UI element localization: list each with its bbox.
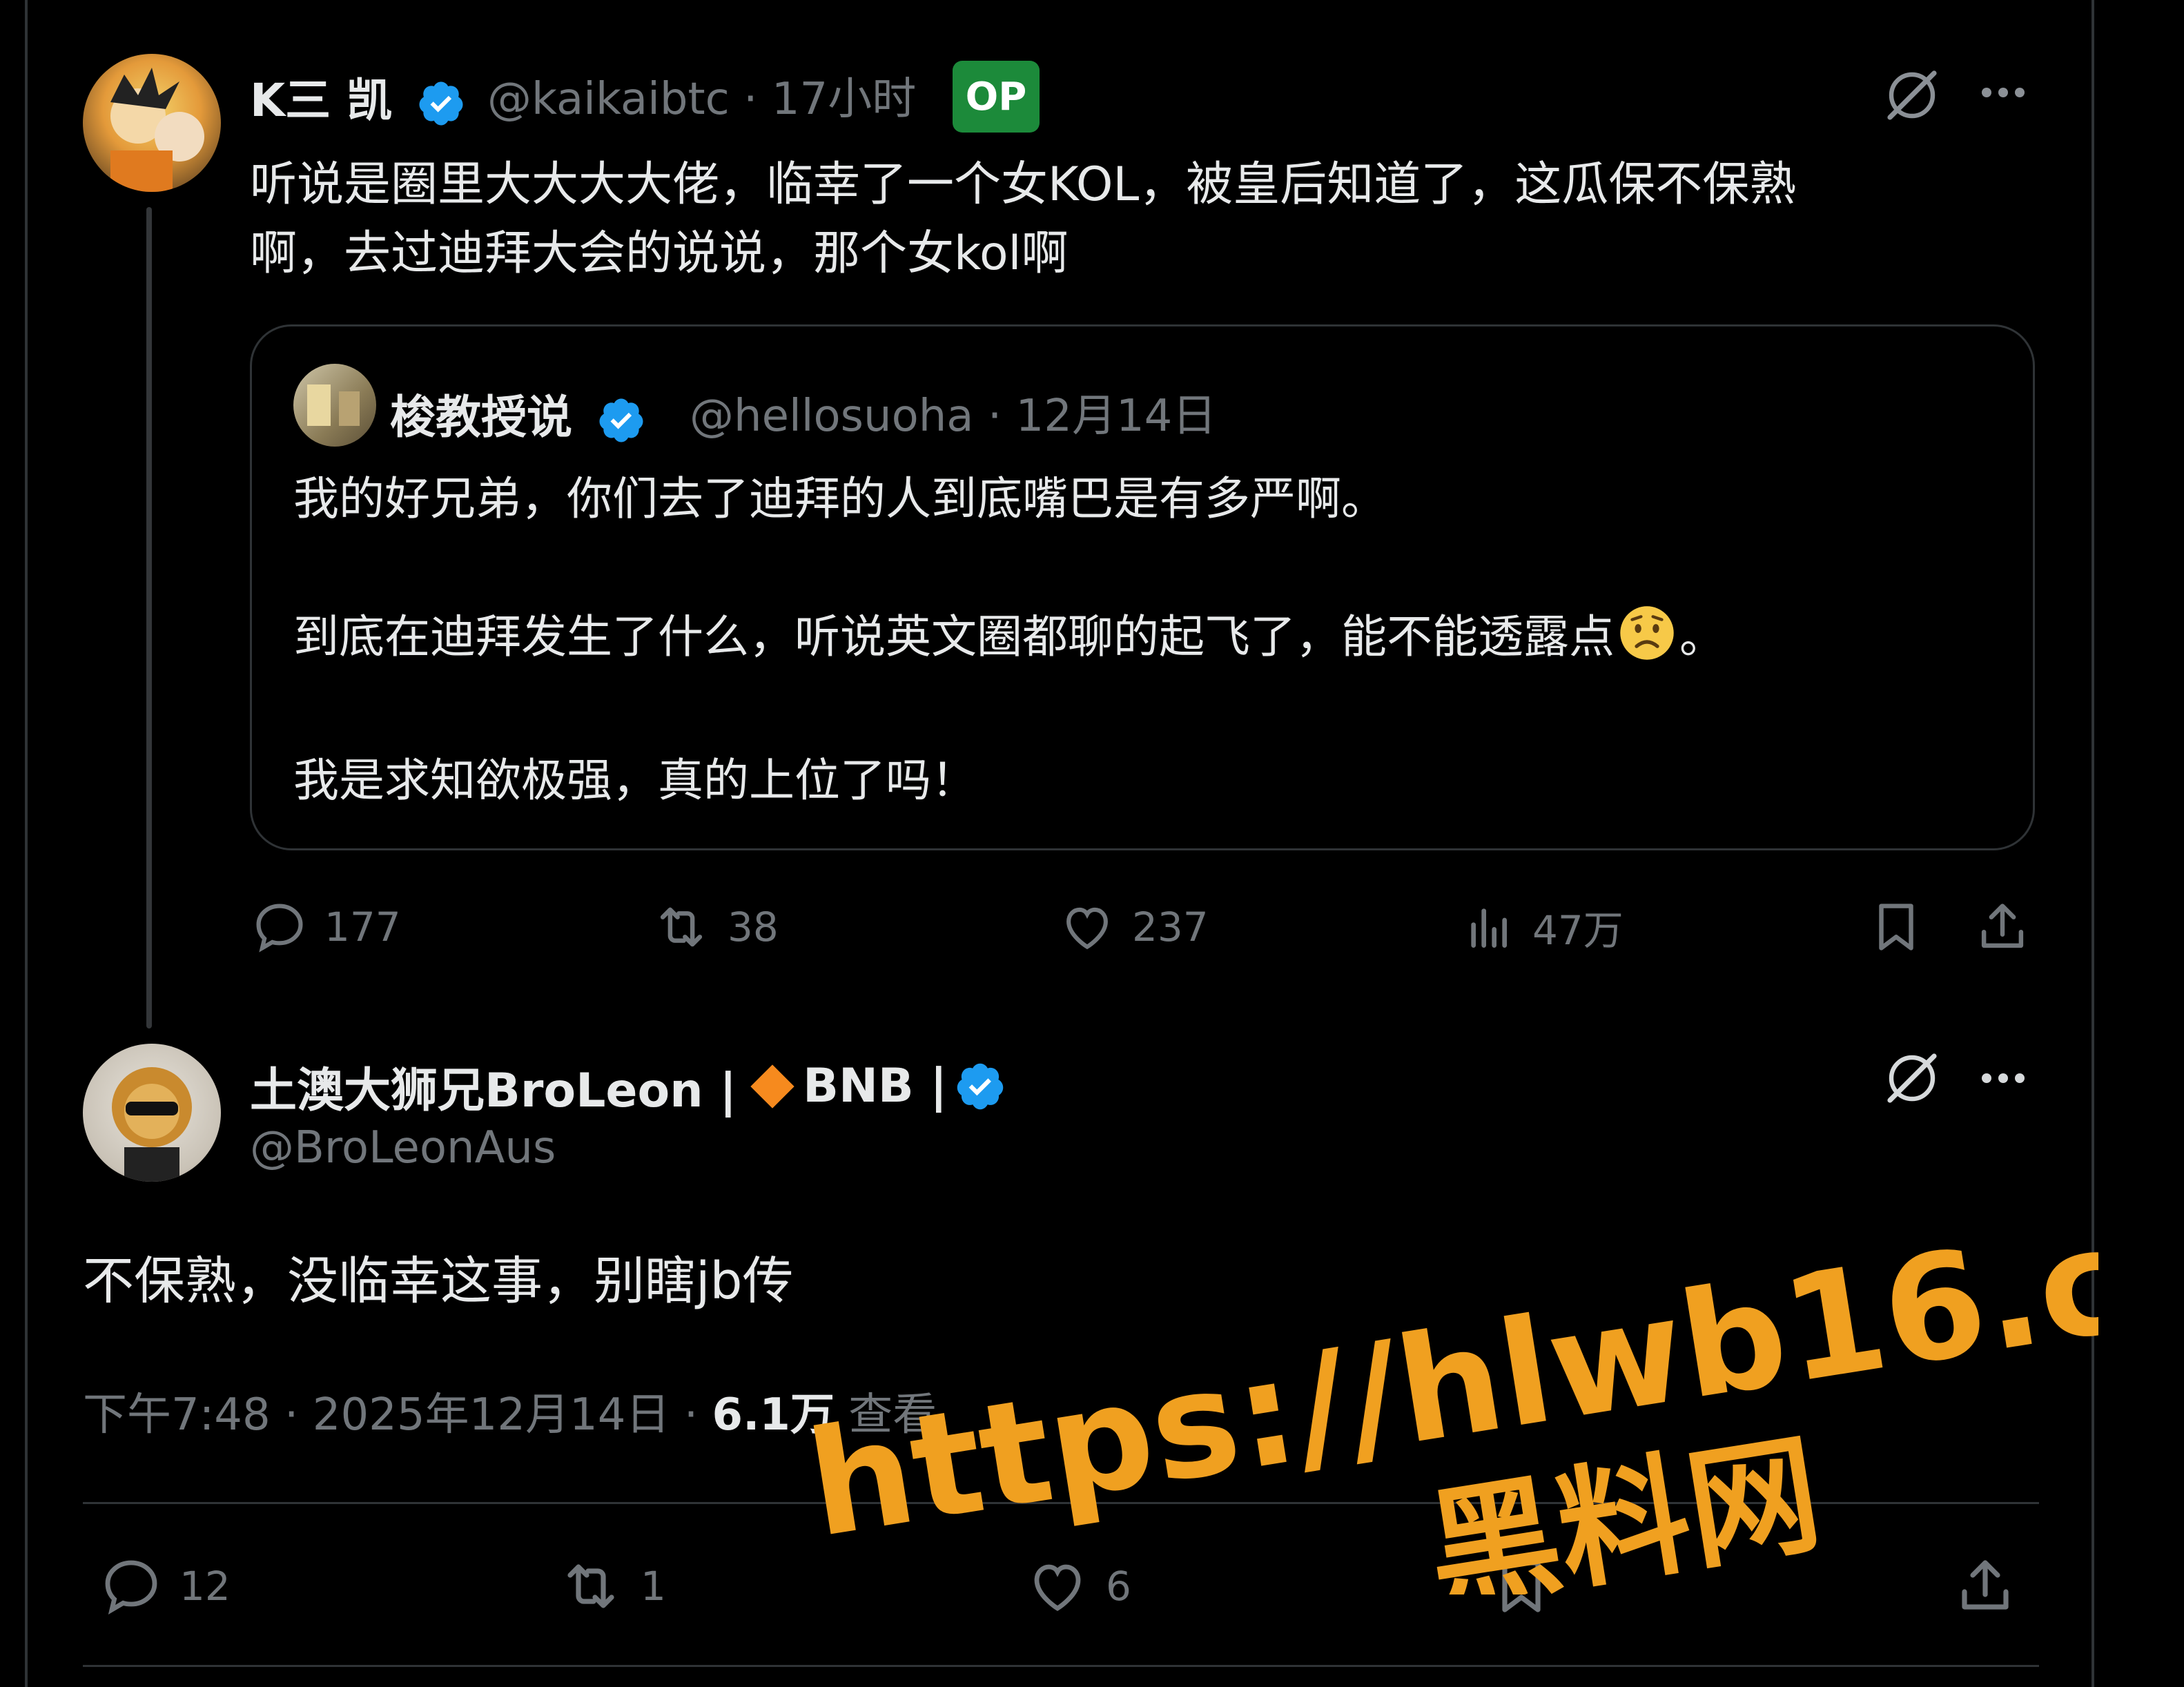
quoted-author-name-text[interactable]: 梭教授说 bbox=[390, 391, 572, 444]
reply-count: 177 bbox=[324, 904, 401, 950]
author-name-text[interactable]: 土澳大狮兄BroLeon | bbox=[250, 1052, 737, 1120]
like-count: 6 bbox=[1106, 1563, 1131, 1610]
tweet-text-line: 啊，去过迪拜大会的说说，那个女kol啊 bbox=[250, 226, 1069, 281]
quoted-text-line-1: 我的好兄弟，你们去了迪拜的人到底嘴巴是有多严啊。 bbox=[293, 472, 1387, 525]
watermark: https://hlwb16.com 黑料网 bbox=[801, 1236, 2098, 1595]
avatar-broleonaus[interactable] bbox=[83, 1044, 221, 1182]
author-name[interactable]: K三 凯 bbox=[250, 64, 466, 130]
more-options-icon[interactable] bbox=[1976, 1057, 2031, 1102]
retweet-button[interactable]: 38 bbox=[650, 897, 779, 957]
tweet-text: 不保熟，没临幸这事，别瞎jb传 bbox=[83, 1251, 794, 1311]
bookmark-button[interactable] bbox=[1866, 897, 1926, 959]
retweet-icon bbox=[567, 1564, 614, 1608]
watermark-url: https://hlwb16.com bbox=[801, 1236, 2098, 1570]
avatar-kaikaibtc[interactable] bbox=[83, 54, 221, 192]
more-dots-graphic bbox=[1982, 88, 2025, 97]
reply-icon bbox=[105, 1560, 157, 1615]
share-button[interactable] bbox=[1952, 1553, 2018, 1622]
worried-face-emoji-icon bbox=[1620, 606, 1674, 660]
heart-icon bbox=[1034, 1564, 1081, 1611]
avatar-photo bbox=[307, 384, 360, 426]
like-count: 237 bbox=[1132, 904, 1209, 950]
thread-connector-line bbox=[146, 207, 152, 1028]
tweet-text: 听说是圈里大大大大佬，临幸了一个女KOL，被皇后知道了，这瓜保不保熟 啊，去过迪… bbox=[250, 150, 1796, 289]
orange-diamond-icon bbox=[750, 1064, 794, 1109]
tweet-time[interactable]: 17小时 bbox=[772, 74, 916, 125]
views-label: 查看 bbox=[848, 1389, 937, 1441]
reply-count: 12 bbox=[179, 1563, 231, 1610]
quoted-tweet-meta: @hellosuoha · 12月14日 bbox=[690, 380, 1216, 444]
share-button[interactable] bbox=[1973, 897, 2032, 959]
grok-icon[interactable] bbox=[1879, 62, 1945, 131]
quoted-author-handle[interactable]: @hellosuoha bbox=[690, 391, 974, 442]
more-options-icon[interactable] bbox=[1976, 72, 2031, 116]
twitter-thread: K三 凯 @kaikaibtc · 17小时 OP 听说是圈里大大大大佬，临幸了… bbox=[0, 0, 2184, 1687]
share-icon bbox=[1962, 1560, 2009, 1610]
meta-separator: · bbox=[987, 391, 1016, 442]
bookmark-icon bbox=[1502, 1560, 1541, 1612]
views-chart-icon bbox=[1471, 908, 1507, 948]
reply-button[interactable]: 12 bbox=[98, 1553, 231, 1619]
retweet-count: 1 bbox=[641, 1563, 666, 1610]
tweet-timestamp[interactable]: 下午7:48 · 2025年12月14日 · bbox=[83, 1389, 712, 1441]
heart-icon bbox=[1066, 907, 1108, 950]
quoted-text-line-2-end: 。 bbox=[1679, 610, 1725, 663]
avatar-illustration bbox=[110, 68, 204, 192]
tweet-timestamp-row: 下午7:48 · 2025年12月14日 · 6.1万 查看 bbox=[83, 1379, 937, 1443]
author-handle[interactable]: @kaikaibtc bbox=[487, 74, 730, 125]
quoted-tweet-date[interactable]: 12月14日 bbox=[1016, 391, 1217, 442]
verified-badge-icon bbox=[419, 81, 463, 126]
more-dots-graphic bbox=[1982, 1073, 2025, 1083]
divider bbox=[83, 1502, 2039, 1504]
quoted-text-line-2-text: 到底在迪拜发生了什么，听说英文圈都聊的起飞了，能不能透露点 bbox=[293, 610, 1615, 663]
reply-button[interactable]: 177 bbox=[250, 897, 401, 957]
watermark-site-name: 黑料网 bbox=[1418, 1417, 1831, 1595]
views-button[interactable]: 47万 bbox=[1462, 897, 1624, 957]
op-badge: OP bbox=[953, 61, 1040, 133]
share-icon bbox=[1981, 904, 2024, 948]
grok-icon-graphic bbox=[1887, 1053, 1937, 1103]
views-count: 6.1万 bbox=[712, 1389, 835, 1441]
quoted-author-name[interactable]: 梭教授说 bbox=[390, 380, 646, 447]
retweet-button[interactable]: 1 bbox=[556, 1553, 666, 1619]
verified-badge-icon bbox=[957, 1063, 1004, 1109]
views-count: 47万 bbox=[1532, 907, 1624, 954]
column-border-right bbox=[2092, 0, 2094, 1687]
bookmark-button[interactable] bbox=[1488, 1553, 1554, 1622]
like-button[interactable]: 237 bbox=[1057, 897, 1209, 957]
author-handle[interactable]: @BroLeonAus bbox=[250, 1122, 556, 1173]
lion-avatar-illustration bbox=[112, 1067, 192, 1182]
tweet-text-line: 听说是圈里大大大大佬，临幸了一个女KOL，被皇后知道了，这瓜保不保熟 bbox=[250, 157, 1797, 212]
grok-icon-graphic bbox=[1887, 70, 1937, 120]
retweet-icon bbox=[660, 907, 703, 947]
column-border-left bbox=[25, 0, 28, 1687]
verified-badge-icon bbox=[599, 398, 643, 442]
bookmark-icon bbox=[1879, 904, 1913, 950]
divider bbox=[83, 1665, 2039, 1667]
grok-icon[interactable] bbox=[1879, 1045, 1945, 1114]
quoted-tweet-card[interactable]: 梭教授说 @hellosuoha · 12月14日 我的好兄弟，你们去了迪拜的人… bbox=[250, 324, 2035, 850]
tweet-meta: @kaikaibtc · 17小时 bbox=[487, 64, 916, 127]
like-button[interactable]: 6 bbox=[1024, 1553, 1131, 1619]
meta-separator: · bbox=[743, 74, 772, 125]
author-name-text[interactable]: K三 凯 bbox=[250, 74, 392, 127]
author-name[interactable]: 土澳大狮兄BroLeon | BNB | bbox=[250, 1052, 1006, 1120]
quoted-text-line-3: 我是求知欲极强，真的上位了吗！ bbox=[293, 754, 977, 807]
avatar-hellosuoha[interactable] bbox=[293, 364, 376, 447]
quoted-text-line-2: 到底在迪拜发生了什么，听说英文圈都聊的起飞了，能不能透露点 。 bbox=[293, 600, 1725, 666]
retweet-count: 38 bbox=[728, 904, 779, 950]
author-name-suffix[interactable]: BNB | bbox=[803, 1059, 947, 1113]
reply-icon bbox=[256, 904, 303, 953]
